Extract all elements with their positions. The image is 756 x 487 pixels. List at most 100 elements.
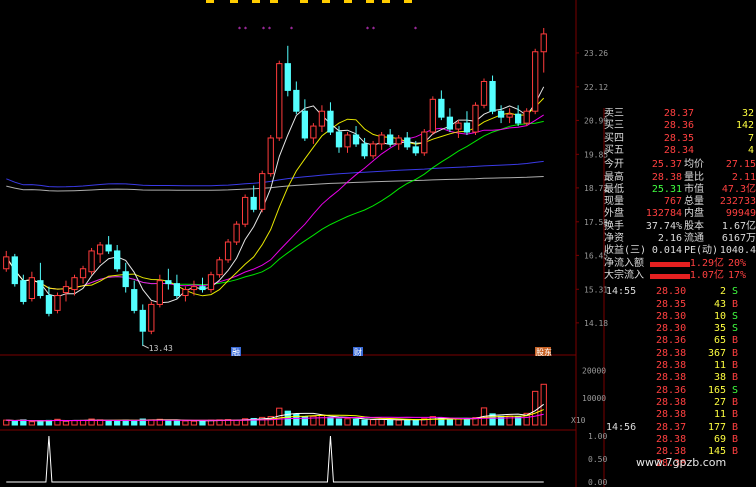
trade-price: 28.30 — [656, 286, 687, 298]
order-price: 28.34 — [663, 144, 694, 156]
trade-side: B — [732, 433, 739, 445]
volume-bar — [344, 418, 351, 426]
candle — [310, 125, 317, 139]
volume-bar — [378, 418, 385, 426]
candle — [335, 131, 343, 148]
candle — [438, 98, 445, 118]
trade-side: B — [732, 347, 739, 359]
stat-value: 2.11 — [731, 171, 756, 183]
quote-panel: 卖三 28.37 32 买三 28.36 142 买四 28.35 7 买五 28.34 4 今开 25… — [604, 108, 756, 487]
volume-bar — [173, 420, 181, 426]
candle — [276, 63, 283, 139]
volume-tick-label: 10000 — [582, 394, 606, 403]
title-strip-mark — [206, 0, 214, 3]
candle — [71, 277, 78, 291]
candle — [463, 122, 471, 133]
candle — [20, 280, 27, 302]
y-tick-label: 23.26 — [584, 49, 608, 58]
stat-value: 25.37 — [651, 159, 682, 171]
volume-bar — [114, 420, 121, 426]
candle — [199, 286, 206, 291]
marker-star: * — [372, 26, 375, 33]
stat-label: 净资 — [604, 233, 624, 244]
volume-bar — [352, 418, 360, 426]
trade-row: 28.38 27 B — [604, 397, 756, 409]
stat-label: 量比 — [684, 171, 704, 183]
title-strip-mark — [300, 0, 308, 3]
volume-bar — [387, 419, 394, 426]
stat-value: 28.38 — [651, 171, 682, 183]
candle — [233, 223, 240, 243]
trade-row: 28.38 11 B — [604, 409, 756, 421]
candle — [37, 280, 44, 297]
candle — [259, 173, 266, 210]
volume-bar — [79, 419, 87, 426]
flow-value: 1.29亿 — [689, 257, 724, 269]
volume-bar — [165, 419, 172, 426]
volume-bar — [369, 419, 377, 426]
trade-side: B — [732, 372, 739, 384]
event-marker-label: 融 — [232, 347, 240, 357]
stat-label: 今开 — [604, 159, 624, 171]
candle — [446, 116, 454, 130]
y-tick-label: 22.12 — [584, 83, 608, 92]
candle — [361, 143, 368, 157]
event-marker-label: 股东 — [536, 347, 552, 357]
volume-bar — [463, 418, 471, 426]
title-strip-mark — [404, 0, 412, 3]
marker-star: * — [268, 26, 271, 33]
candle — [122, 271, 129, 288]
trade-row: 28.36 165 S — [604, 385, 756, 397]
quote-stat-row: 收益(三) 0.014 PE(动) 1040.4 — [604, 245, 756, 257]
candle — [318, 110, 326, 127]
volume-bar — [404, 419, 411, 426]
title-strip-mark — [344, 0, 352, 3]
candle — [344, 134, 351, 148]
volume-bar — [233, 419, 240, 426]
stat-value: 767 — [663, 196, 682, 208]
candle — [412, 146, 419, 154]
trade-row: 28.30 35 S — [604, 323, 756, 335]
candle — [369, 143, 377, 157]
trade-row: 28.30 10 S — [604, 311, 756, 323]
stat-value: 47.3亿 — [721, 183, 756, 195]
marker-star: * — [366, 26, 369, 33]
trade-volume: 65 — [713, 335, 726, 347]
trade-row: 28.38 69 B — [604, 434, 756, 446]
candle — [480, 80, 488, 106]
title-strip-mark — [366, 0, 374, 3]
title-strip-mark — [270, 0, 278, 3]
stat-label: 最高 — [604, 171, 624, 183]
quote-stat-row: 现量 767 总量 232733 — [604, 196, 756, 208]
candle — [489, 80, 496, 112]
trade-side: B — [732, 446, 739, 458]
candle — [540, 33, 547, 53]
candle — [114, 250, 121, 270]
stat-value: 27.15 — [725, 159, 756, 171]
stat-label: 均价 — [684, 159, 704, 171]
trade-price: 28.30 — [656, 310, 687, 322]
volume-bar — [361, 419, 368, 426]
volume-bar — [412, 419, 419, 426]
flow-bar — [650, 261, 690, 267]
title-strip-mark — [382, 0, 390, 3]
stat-label: 总量 — [684, 196, 704, 208]
stat-value: 37.74% — [645, 220, 682, 232]
trade-side: B — [732, 360, 739, 371]
trade-price: 28.38 — [656, 347, 687, 359]
stat-value: 132784 — [645, 208, 682, 220]
candle — [139, 309, 146, 332]
candle — [455, 122, 462, 130]
order-book-row: 卖三 28.37 32 — [604, 108, 756, 120]
stat-label: 外盘 — [604, 208, 624, 220]
candle — [284, 63, 291, 91]
trade-volume: 367 — [707, 347, 726, 359]
volume-unit-label: X10 — [571, 416, 586, 425]
order-volume: 142 — [735, 120, 754, 132]
trade-volume: 69 — [713, 433, 726, 445]
trade-price: 28.37 — [656, 421, 687, 433]
trade-volume: 11 — [713, 409, 726, 421]
candle — [156, 280, 163, 305]
stat-label: 内盘 — [684, 208, 704, 220]
candle — [105, 244, 112, 252]
